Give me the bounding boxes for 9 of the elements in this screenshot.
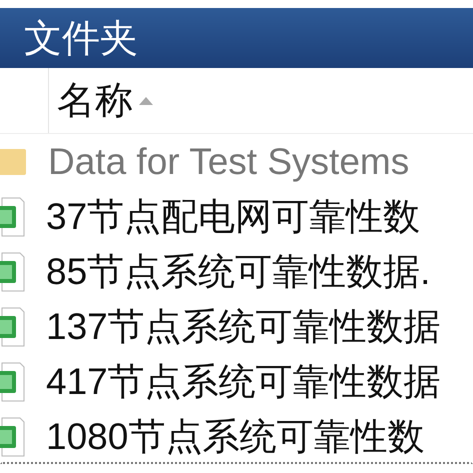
- file-row[interactable]: 417节点系统可靠性数据: [0, 354, 473, 409]
- window-title: 文件夹: [24, 16, 138, 62]
- folder-icon: [0, 146, 26, 176]
- file-row[interactable]: 1080节点系统可靠性数: [0, 409, 473, 464]
- file-row[interactable]: 137节点系统可靠性数据: [0, 299, 473, 354]
- file-row[interactable]: Data for Test Systems: [0, 134, 473, 189]
- column-header[interactable]: 名称: [49, 68, 473, 133]
- file-row[interactable]: 37节点配电网可靠性数: [0, 189, 473, 244]
- file-row[interactable]: 85节点系统可靠性数据.: [0, 244, 473, 299]
